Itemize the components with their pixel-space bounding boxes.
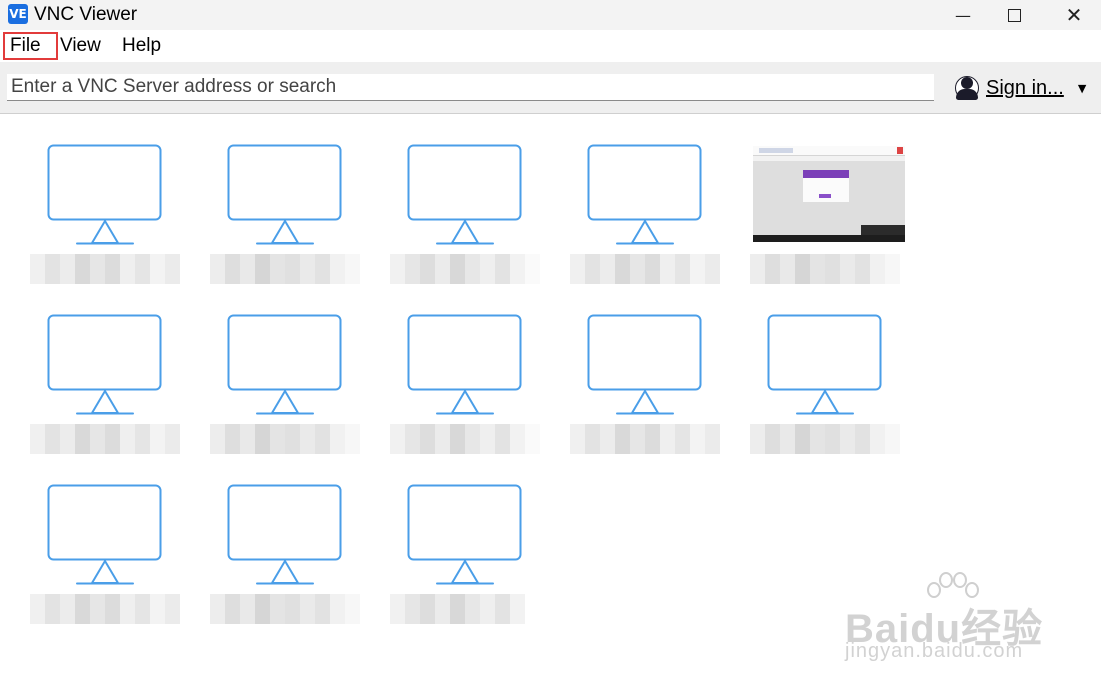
- computer-tile[interactable]: [750, 284, 910, 454]
- monitor-icon: [227, 484, 342, 585]
- minimize-button[interactable]: —: [940, 0, 986, 30]
- computer-name-redacted: [30, 424, 180, 454]
- menu-bar: File View Help: [0, 30, 1101, 62]
- monitor-icon: [587, 314, 702, 415]
- monitor-icon: [767, 314, 882, 415]
- computer-tile[interactable]: [30, 284, 190, 454]
- computer-tile[interactable]: [30, 114, 190, 284]
- sign-in-button[interactable]: Sign in... ▼: [955, 73, 1095, 103]
- computer-tile[interactable]: [570, 114, 730, 284]
- computer-tile[interactable]: [390, 454, 550, 624]
- computer-name-redacted: [210, 594, 360, 624]
- window-title: VNC Viewer: [34, 4, 138, 25]
- computer-tile[interactable]: [390, 284, 550, 454]
- computer-name-redacted: [570, 254, 720, 284]
- address-book-grid: [0, 114, 1101, 686]
- vnc-logo-icon: VE: [8, 4, 28, 24]
- computer-tile[interactable]: [750, 114, 910, 284]
- computer-name-redacted: [390, 254, 540, 284]
- user-icon: [955, 76, 979, 100]
- computer-name-redacted: [210, 254, 360, 284]
- computer-name-redacted: [30, 254, 180, 284]
- computer-tile[interactable]: [570, 284, 730, 454]
- computer-name-redacted: [750, 424, 900, 454]
- computer-name-redacted: [390, 594, 525, 624]
- computer-tile[interactable]: [30, 454, 190, 624]
- monitor-icon: [47, 144, 162, 245]
- sign-in-label: Sign in...: [986, 76, 1064, 99]
- menu-view[interactable]: View: [55, 32, 106, 60]
- monitor-icon: [407, 144, 522, 245]
- monitor-icon: [587, 144, 702, 245]
- computer-name-redacted: [570, 424, 720, 454]
- toolbar: Sign in... ▼: [0, 62, 1101, 114]
- monitor-icon: [227, 314, 342, 415]
- menu-help[interactable]: Help: [117, 32, 166, 60]
- computer-tile[interactable]: [390, 114, 550, 284]
- monitor-icon: [47, 484, 162, 585]
- computer-tile[interactable]: [210, 284, 370, 454]
- maximize-icon: [1007, 8, 1021, 22]
- monitor-icon: [407, 484, 522, 585]
- computer-name-redacted: [30, 594, 180, 624]
- maximize-button[interactable]: [991, 0, 1037, 30]
- monitor-icon: [407, 314, 522, 415]
- menu-file[interactable]: File: [3, 32, 58, 60]
- computer-tile[interactable]: [210, 454, 370, 624]
- search-input[interactable]: [7, 74, 934, 101]
- computer-name-redacted: [750, 254, 900, 284]
- computer-name-redacted: [390, 424, 540, 454]
- chevron-down-icon[interactable]: ▼: [1078, 82, 1086, 95]
- close-button[interactable]: ✕: [1051, 0, 1097, 30]
- remote-desktop-thumbnail: [753, 146, 905, 242]
- title-bar: VE VNC Viewer — ✕: [0, 0, 1101, 30]
- computer-tile[interactable]: [210, 114, 370, 284]
- monitor-icon: [227, 144, 342, 245]
- monitor-icon: [47, 314, 162, 415]
- computer-name-redacted: [210, 424, 360, 454]
